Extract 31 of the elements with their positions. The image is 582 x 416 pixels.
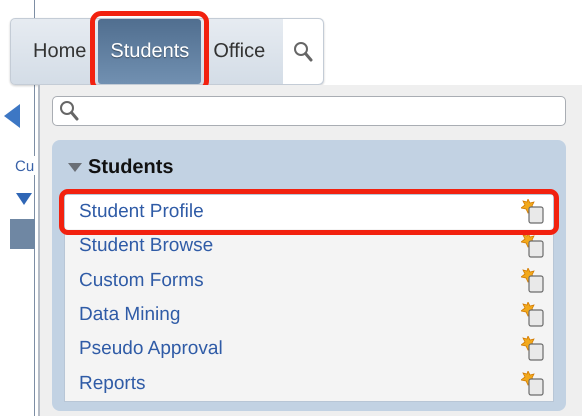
- page-star-icon[interactable]: [521, 370, 545, 397]
- nav-tab[interactable]: Office: [205, 19, 274, 84]
- menu-item-label[interactable]: Student Profile: [79, 201, 204, 224]
- search-field[interactable]: [52, 96, 566, 126]
- menu-item-label[interactable]: Custom Forms: [79, 270, 204, 292]
- menu-item[interactable]: Reports: [65, 366, 553, 401]
- nav-tab[interactable]: Home: [25, 19, 94, 84]
- page-star-icon[interactable]: [521, 268, 545, 294]
- page-star-icon[interactable]: [521, 199, 545, 226]
- menu-item-label[interactable]: Reports: [79, 372, 146, 395]
- menu-item[interactable]: Data Mining: [65, 298, 553, 332]
- menu-item[interactable]: Student Profile: [65, 195, 553, 230]
- menu-item-label[interactable]: Pseudo Approval: [79, 338, 223, 360]
- search-tab[interactable]: [283, 19, 324, 84]
- page-star-icon[interactable]: [521, 336, 545, 362]
- menu-item[interactable]: Student Browse: [65, 229, 553, 264]
- expand-triangle-icon[interactable]: [16, 193, 32, 205]
- search-icon: [59, 100, 79, 122]
- selected-row: [10, 219, 35, 249]
- menu-item-label[interactable]: Student Browse: [79, 235, 214, 258]
- page-star-icon[interactable]: [521, 233, 545, 260]
- column-label: Cu: [14, 156, 36, 175]
- menu-item-label[interactable]: Data Mining: [79, 304, 180, 326]
- left-arrow-icon[interactable]: [4, 104, 20, 128]
- menu-item[interactable]: Pseudo Approval: [65, 332, 553, 366]
- page-star-icon[interactable]: [521, 302, 545, 328]
- menu-item[interactable]: Custom Forms: [65, 264, 553, 298]
- search-icon: [293, 40, 314, 62]
- group-title: Students: [88, 156, 174, 178]
- collapse-triangle-icon[interactable]: [68, 162, 82, 172]
- nav-tab[interactable]: Students: [98, 19, 202, 84]
